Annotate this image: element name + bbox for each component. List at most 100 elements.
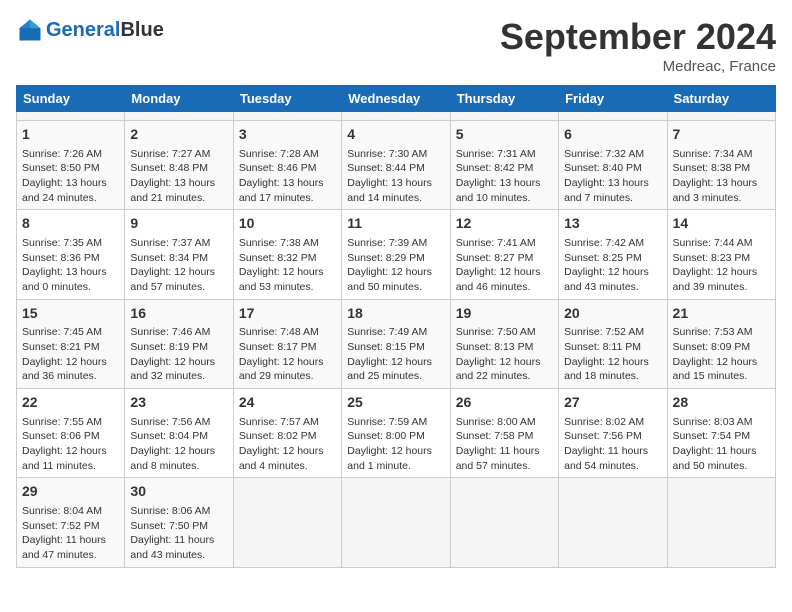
day-cell-11: 11 Sunrise: 7:39 AM Sunset: 8:29 PM Dayligh… (342, 210, 450, 299)
daylight: Daylight: 11 hours and 43 minutes. (130, 534, 214, 561)
sunrise: Sunrise: 7:27 AM (130, 148, 210, 160)
daylight: Daylight: 12 hours and 1 minute. (347, 445, 432, 472)
sunrise: Sunrise: 7:38 AM (239, 237, 319, 249)
day-number: 6 (564, 125, 661, 145)
empty-cell (342, 112, 450, 121)
daylight: Daylight: 13 hours and 7 minutes. (564, 177, 649, 204)
daylight: Daylight: 13 hours and 10 minutes. (456, 177, 541, 204)
col-header-friday: Friday (559, 86, 667, 112)
title-block: September 2024 Medreac, France (500, 16, 776, 75)
day-cell-24: 24Sunrise: 7:57 AMSunset: 8:02 PMDayligh… (233, 389, 341, 478)
sunset: Sunset: 7:58 PM (456, 430, 534, 442)
empty-cell (559, 112, 667, 121)
day-cell-27: 27Sunrise: 8:02 AMSunset: 7:56 PMDayligh… (559, 389, 667, 478)
sunset: Sunset: 8:42 PM (456, 162, 534, 174)
sunrise: Sunrise: 7:28 AM (239, 148, 319, 160)
sunrise: Sunrise: 7:46 AM (130, 326, 210, 338)
sunset: Sunset: 8:27 PM (456, 252, 534, 264)
daylight: Daylight: 12 hours and 15 minutes. (673, 356, 758, 383)
location: Medreac, France (500, 58, 776, 75)
sunrise: Sunrise: 7:53 AM (673, 326, 753, 338)
sunset: Sunset: 8:25 PM (564, 252, 642, 264)
daylight: Daylight: 13 hours and 17 minutes. (239, 177, 324, 204)
day-number: 15 (22, 304, 119, 324)
sunset: Sunset: 8:46 PM (239, 162, 317, 174)
day-cell-4: 4Sunrise: 7:30 AMSunset: 8:44 PMDaylight… (342, 121, 450, 210)
month-title: September 2024 (500, 16, 776, 58)
sunrise: Sunrise: 7:59 AM (347, 416, 427, 428)
day-cell-22: 22Sunrise: 7:55 AMSunset: 8:06 PMDayligh… (17, 389, 125, 478)
col-header-saturday: Saturday (667, 86, 775, 112)
daylight: Daylight: 12 hours and 29 minutes. (239, 356, 324, 383)
sunset: Sunset: 8:11 PM (564, 341, 641, 353)
sunrise: Sunrise: 7:41 AM (456, 237, 536, 249)
day-cell-15: 15Sunrise: 7:45 AMSunset: 8:21 PMDayligh… (17, 299, 125, 388)
day-number: 9 (130, 214, 227, 234)
sunrise: Sunrise: 7:37 AM (130, 237, 210, 249)
sunset: Sunset: 8:04 PM (130, 430, 208, 442)
col-header-monday: Monday (125, 86, 233, 112)
day-number: 17 (239, 304, 336, 324)
sunset: Sunset: 8:17 PM (239, 341, 317, 353)
day-number: 12 (456, 214, 553, 234)
daylight: Daylight: 12 hours and 18 minutes. (564, 356, 649, 383)
day-cell-14: 14Sunrise: 7:44 AMSunset: 8:23 PMDayligh… (667, 210, 775, 299)
sunrise: Sunrise: 7:44 AM (673, 237, 753, 249)
sunrise: Sunrise: 7:32 AM (564, 148, 644, 160)
sunrise: Sunrise: 8:06 AM (130, 505, 210, 517)
daylight: Daylight: 11 hours and 50 minutes. (673, 445, 757, 472)
day-number: 13 (564, 214, 661, 234)
sunset: Sunset: 8:40 PM (564, 162, 642, 174)
day-cell-21: 21Sunrise: 7:53 AMSunset: 8:09 PMDayligh… (667, 299, 775, 388)
day-cell-12: 12Sunrise: 7:41 AMSunset: 8:27 PMDayligh… (450, 210, 558, 299)
daylight: Daylight: 12 hours and 50 minutes. (347, 266, 432, 293)
sunrise: Sunrise: 7:45 AM (22, 326, 102, 338)
col-header-wednesday: Wednesday (342, 86, 450, 112)
sunset: Sunset: 7:52 PM (22, 520, 100, 532)
sunset: Sunset: 7:56 PM (564, 430, 642, 442)
daylight: Daylight: 12 hours and 39 minutes. (673, 266, 758, 293)
daylight: Daylight: 12 hours and 32 minutes. (130, 356, 215, 383)
daylight: Daylight: 12 hours and 22 minutes. (456, 356, 541, 383)
sunrise: Sunrise: 7:57 AM (239, 416, 319, 428)
daylight: Daylight: 12 hours and 25 minutes. (347, 356, 432, 383)
day-cell-16: 16Sunrise: 7:46 AMSunset: 8:19 PMDayligh… (125, 299, 233, 388)
daylight: Daylight: 13 hours and 24 minutes. (22, 177, 107, 204)
sunrise: Sunrise: 8:02 AM (564, 416, 644, 428)
sunset: Sunset: 8:13 PM (456, 341, 534, 353)
daylight: Daylight: 12 hours and 8 minutes. (130, 445, 215, 472)
sunrise: Sunrise: 7:34 AM (673, 148, 753, 160)
sunset: Sunset: 8:38 PM (673, 162, 751, 174)
sunset: Sunset: 8:48 PM (130, 162, 208, 174)
sunset: Sunset: 8:15 PM (347, 341, 425, 353)
day-number: 22 (22, 393, 119, 413)
sunrise: Sunrise: 8:00 AM (456, 416, 536, 428)
day-number: 29 (22, 482, 119, 502)
day-number: 5 (456, 125, 553, 145)
day-number: 16 (130, 304, 227, 324)
day-cell-1: 1Sunrise: 7:26 AMSunset: 8:50 PMDaylight… (17, 121, 125, 210)
daylight: Daylight: 11 hours and 57 minutes. (456, 445, 540, 472)
day-number: 30 (130, 482, 227, 502)
sunrise: Sunrise: 7:30 AM (347, 148, 427, 160)
sunrise: Sunrise: 7:56 AM (130, 416, 210, 428)
daylight: Daylight: 12 hours and 53 minutes. (239, 266, 324, 293)
day-cell-19: 19Sunrise: 7:50 AMSunset: 8:13 PMDayligh… (450, 299, 558, 388)
day-cell-3: 3Sunrise: 7:28 AMSunset: 8:46 PMDaylight… (233, 121, 341, 210)
sunset: Sunset: 8:50 PM (22, 162, 100, 174)
col-header-thursday: Thursday (450, 86, 558, 112)
sunset: Sunset: 8:09 PM (673, 341, 751, 353)
daylight: Daylight: 12 hours and 4 minutes. (239, 445, 324, 472)
week-row-2: 1Sunrise: 7:26 AMSunset: 8:50 PMDaylight… (17, 121, 776, 210)
sunset: Sunset: 8:44 PM (347, 162, 425, 174)
day-number: 1 (22, 125, 119, 145)
day-number: 11 (347, 214, 444, 234)
daylight: Daylight: 11 hours and 47 minutes. (22, 534, 106, 561)
day-cell-20: 20Sunrise: 7:52 AMSunset: 8:11 PMDayligh… (559, 299, 667, 388)
sunset: Sunset: 8:29 PM (347, 252, 425, 264)
logo-icon (16, 16, 44, 44)
day-cell-26: 26Sunrise: 8:00 AMSunset: 7:58 PMDayligh… (450, 389, 558, 478)
sunrise: Sunrise: 7:39 AM (347, 237, 427, 249)
daylight: Daylight: 11 hours and 54 minutes. (564, 445, 648, 472)
sunset: Sunset: 7:50 PM (130, 520, 208, 532)
